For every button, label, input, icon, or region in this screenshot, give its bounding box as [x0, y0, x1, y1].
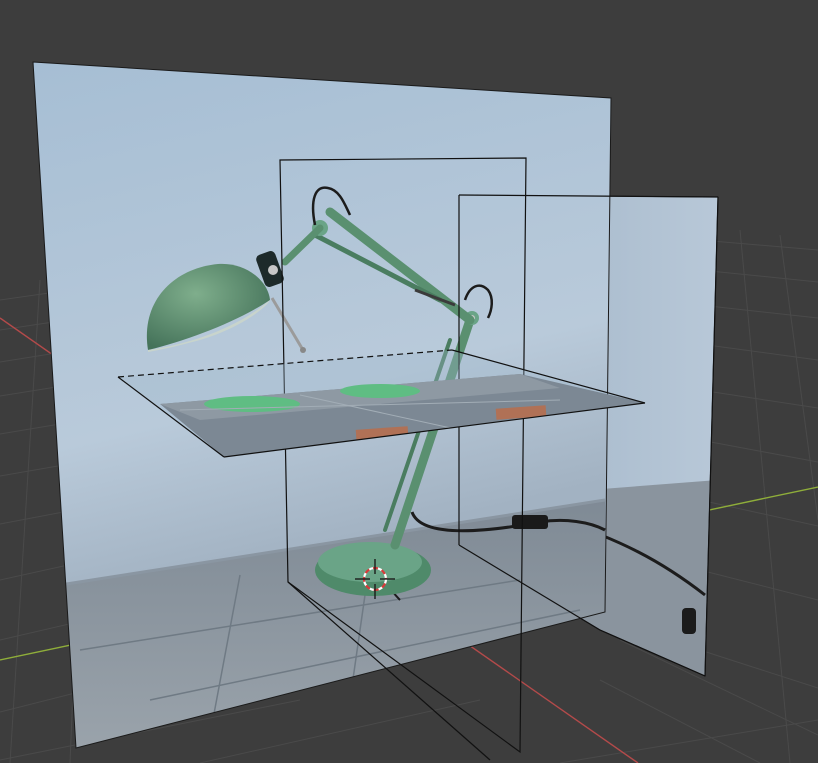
viewport-canvas[interactable]	[0, 0, 818, 763]
3d-viewport[interactable]	[0, 0, 818, 763]
lamp-shade-top	[204, 396, 300, 412]
